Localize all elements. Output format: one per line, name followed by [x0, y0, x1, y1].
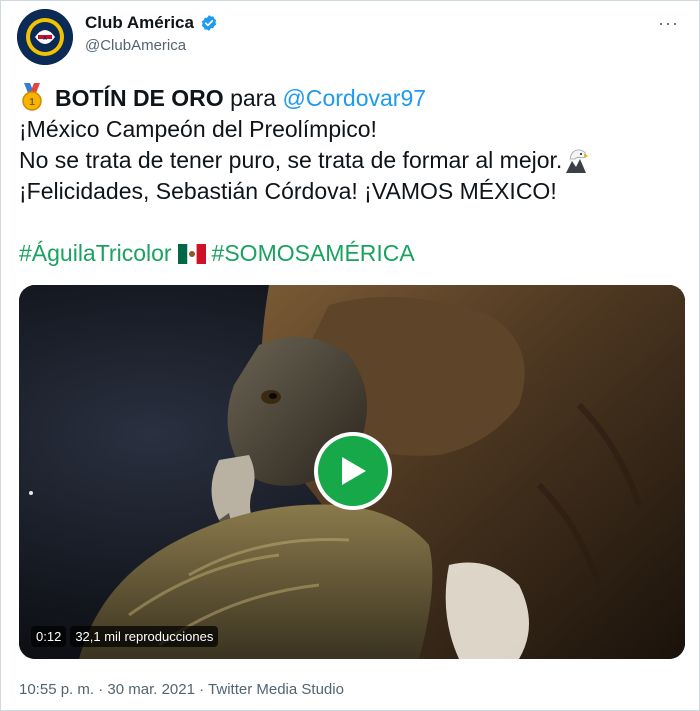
club-crest-icon: A [17, 9, 73, 65]
hashtag-aguila-tricolor[interactable]: #ÁguilaTricolor [19, 240, 172, 266]
tweet-date[interactable]: 30 mar. 2021 [107, 681, 195, 698]
meta-separator-1: · [98, 681, 104, 698]
mexico-flag-icon [177, 244, 206, 264]
avatar[interactable]: A [17, 9, 73, 65]
account-handle[interactable]: @ClubAmerica [85, 37, 186, 54]
video-duration: 0:12 [31, 626, 67, 647]
meta-separator-2: · [199, 681, 205, 698]
tweet-card: A Club América @ClubAmerica ··· 1 BOTÍN … [0, 0, 700, 711]
medal-icon: 1 [22, 83, 42, 111]
tweet-text: 1 BOTÍN DE ORO para @Cordovar97 ¡México … [19, 83, 689, 269]
svg-text:1: 1 [29, 97, 35, 108]
mention-link[interactable]: @Cordovar97 [283, 85, 427, 111]
tweet-bold-title: BOTÍN DE ORO [55, 85, 224, 111]
verified-badge-icon [201, 15, 217, 31]
play-circle [318, 436, 388, 506]
more-options-icon[interactable]: ··· [658, 13, 679, 34]
tweet-hashtags: #ÁguilaTricolor #SOMOSAMÉRICA [19, 238, 689, 269]
svg-text:A: A [43, 36, 47, 42]
video-player[interactable]: 0:12 32,1 mil reproducciones [19, 285, 685, 659]
tweet-source[interactable]: Twitter Media Studio [208, 681, 344, 698]
video-views: 32,1 mil reproducciones [70, 626, 219, 647]
play-icon [342, 457, 366, 485]
tweet-line-3: No se trata de tener puro, se trata de f… [19, 145, 689, 176]
eagle-emoji-icon [566, 149, 590, 173]
tweet-line-4: ¡Felicidades, Sebastián Córdova! ¡VAMOS … [19, 178, 557, 204]
tweet-line-2: ¡México Campeón del Preolímpico! [19, 116, 377, 142]
account-name[interactable]: Club América [85, 13, 194, 33]
hashtag-somos-america[interactable]: #SOMOSAMÉRICA [212, 240, 415, 266]
tweet-connector: para [230, 85, 277, 111]
tweet-time[interactable]: 10:55 p. m. [19, 681, 94, 698]
video-badges: 0:12 32,1 mil reproducciones [31, 626, 219, 647]
play-button[interactable] [314, 432, 392, 510]
tweet-line-1: 1 BOTÍN DE ORO para @Cordovar97 [19, 83, 689, 114]
tweet-line-3-text: No se trata de tener puro, se trata de f… [19, 147, 563, 173]
tweet-metadata: 10:55 p. m. · 30 mar. 2021 · Twitter Med… [19, 681, 344, 698]
